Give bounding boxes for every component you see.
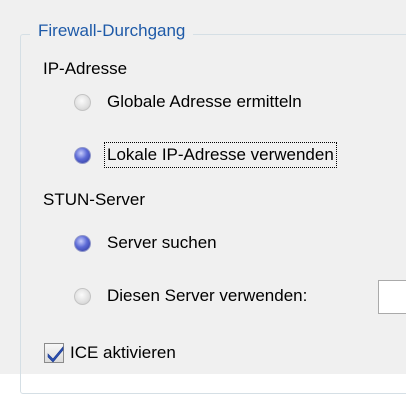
ip-address-label: IP-Adresse <box>43 59 128 78</box>
radio-search-server-label[interactable]: Server suchen <box>105 231 219 255</box>
radio-button-selected-icon[interactable] <box>74 234 91 252</box>
radio-button-selected-icon[interactable] <box>74 146 91 164</box>
ice-checkbox-label[interactable]: ICE aktivieren <box>70 342 176 364</box>
radio-use-this-server-label[interactable]: Diesen Server verwenden: <box>105 284 309 308</box>
radio-global-address-label[interactable]: Globale Adresse ermitteln <box>105 90 304 114</box>
radio-search-server[interactable]: Server suchen <box>74 230 219 256</box>
radio-local-ip-address[interactable]: Lokale IP-Adresse verwenden <box>74 142 337 168</box>
radio-global-address[interactable]: Globale Adresse ermitteln <box>74 89 304 115</box>
radio-button-icon[interactable] <box>74 93 91 111</box>
firewall-settings-panel: Firewall-Durchgang IP-Adresse Globale Ad… <box>0 0 406 394</box>
radio-use-this-server[interactable]: Diesen Server verwenden: <box>74 283 309 309</box>
ice-checkbox[interactable] <box>44 343 64 363</box>
stun-server-label: STUN-Server <box>43 190 146 209</box>
ice-checkbox-row[interactable]: ICE aktivieren <box>44 340 176 366</box>
radio-button-icon[interactable] <box>74 287 91 305</box>
stun-server-input[interactable] <box>378 280 406 314</box>
radio-local-ip-address-label[interactable]: Lokale IP-Adresse verwenden <box>104 142 337 168</box>
groupbox-title: Firewall-Durchgang <box>30 20 194 42</box>
checkmark-icon <box>47 346 64 363</box>
